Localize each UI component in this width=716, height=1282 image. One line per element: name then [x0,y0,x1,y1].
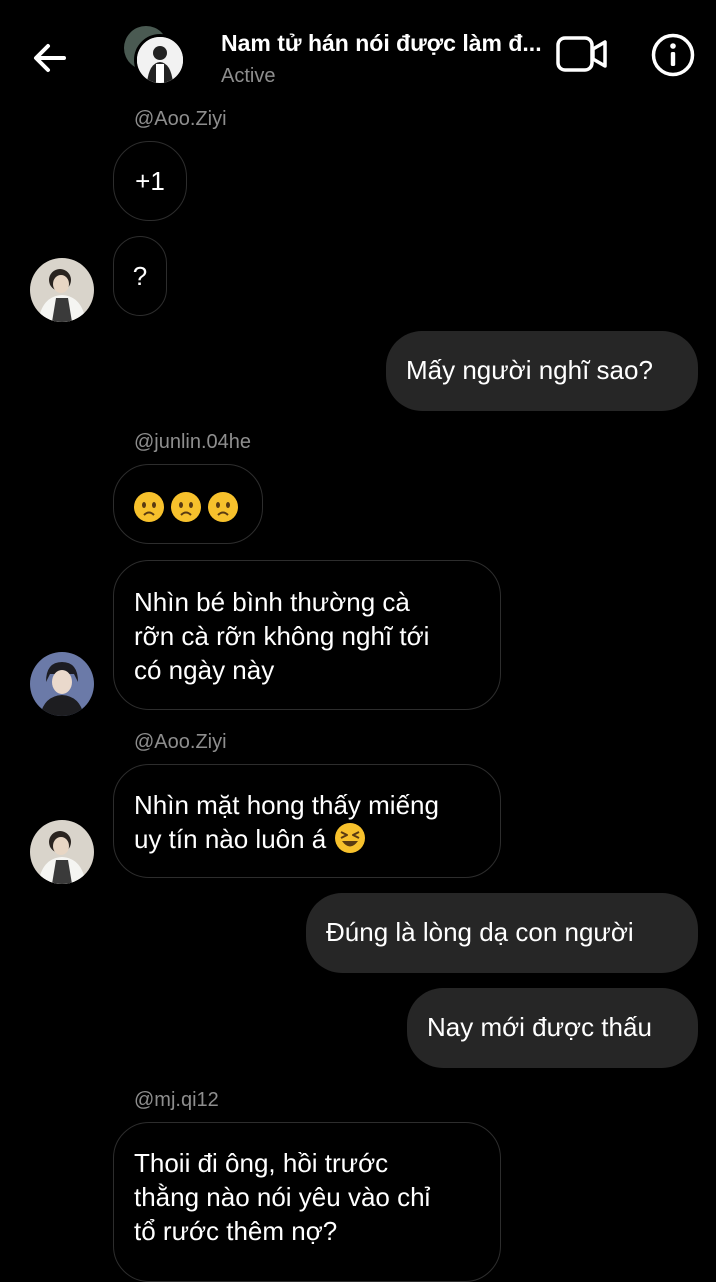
avatar[interactable] [30,652,94,716]
worried-face-icon [208,492,238,523]
chat-header: Nam tử hán nói được làm đ... Active [0,0,716,105]
message-text: +1 [135,166,165,196]
video-call-icon[interactable] [555,34,609,74]
active-status: Active [221,65,276,87]
message-text: Đúng là lòng dạ con người [326,917,634,947]
message-bubble[interactable] [113,464,263,544]
chat-title[interactable]: Nam tử hán nói được làm đ... [221,30,561,57]
message-bubble[interactable]: Thoii đi ông, hồi trước thằng nào nói yê… [113,1122,501,1282]
message-text-line: Nhìn bé bình thường cà [134,587,410,617]
worried-face-icon [134,492,164,523]
message-bubble[interactable]: Nhìn bé bình thường cà rỡn cà rỡn không … [113,560,501,710]
outgoing-message-bubble[interactable]: Mấy người nghĩ sao? [386,331,698,411]
info-icon[interactable] [650,32,696,78]
message-bubble[interactable]: ? [113,236,167,316]
group-avatar-front [134,34,186,86]
outgoing-message-bubble[interactable]: Nay mới được thấu [407,988,698,1068]
back-arrow-icon[interactable] [28,36,72,80]
laughing-squint-face-icon [334,823,365,853]
worried-face-icon [171,492,201,523]
message-text-line: Thoii đi ông, hồi trước [134,1148,389,1178]
avatar[interactable] [30,820,94,884]
message-text-line: có ngày này [134,655,275,685]
sender-name: @Aoo.Ziyi [134,731,227,753]
message-text-line: Nhìn mặt hong thấy miếng [134,790,439,820]
message-bubble[interactable]: +1 [113,141,187,221]
message-text-line: uy tín nào luôn á [134,822,500,856]
message-text-line: tổ rước thêm nợ? [134,1216,338,1246]
message-text: Mấy người nghĩ sao? [406,355,653,385]
sender-name: @mj.qi12 [134,1089,219,1111]
message-text-line: rỡn cà rỡn không nghĩ tới [134,621,430,651]
message-text: ? [132,261,148,291]
group-avatar[interactable] [122,24,192,94]
message-text-line: thằng nào nói yêu vào chỉ [134,1182,431,1212]
message-text: Nay mới được thấu [427,1012,652,1042]
sender-name: @junlin.04he [134,431,252,453]
message-bubble[interactable]: Nhìn mặt hong thấy miếng uy tín nào luôn… [113,764,501,878]
outgoing-message-bubble[interactable]: Đúng là lòng dạ con người [306,893,698,973]
avatar[interactable] [30,258,94,322]
sender-name: @Aoo.Ziyi [134,108,227,130]
